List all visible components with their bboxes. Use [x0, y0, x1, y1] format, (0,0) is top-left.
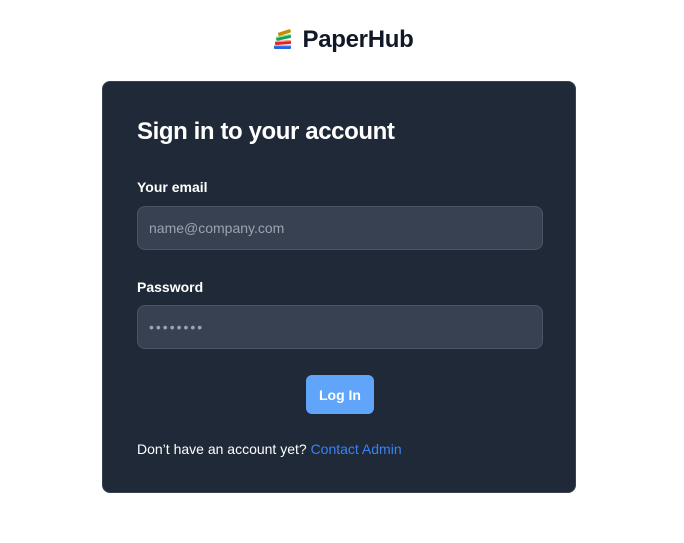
brand-name: PaperHub — [302, 26, 414, 53]
password-field[interactable] — [137, 305, 543, 349]
contact-admin-link[interactable]: Contact Admin — [311, 441, 402, 457]
email-field[interactable] — [137, 206, 543, 250]
books-icon — [273, 29, 291, 49]
signup-prompt: Don’t have an account yet? — [137, 441, 307, 457]
login-button[interactable]: Log In — [306, 375, 374, 414]
password-label: Password — [137, 279, 204, 295]
email-label: Your email — [137, 179, 208, 195]
brand-header: PaperHub — [0, 26, 684, 54]
login-card: Sign in to your account Your email Passw… — [102, 81, 576, 493]
page-title: Sign in to your account — [137, 118, 395, 145]
signup-line: Don’t have an account yet? Contact Admin — [137, 441, 402, 457]
